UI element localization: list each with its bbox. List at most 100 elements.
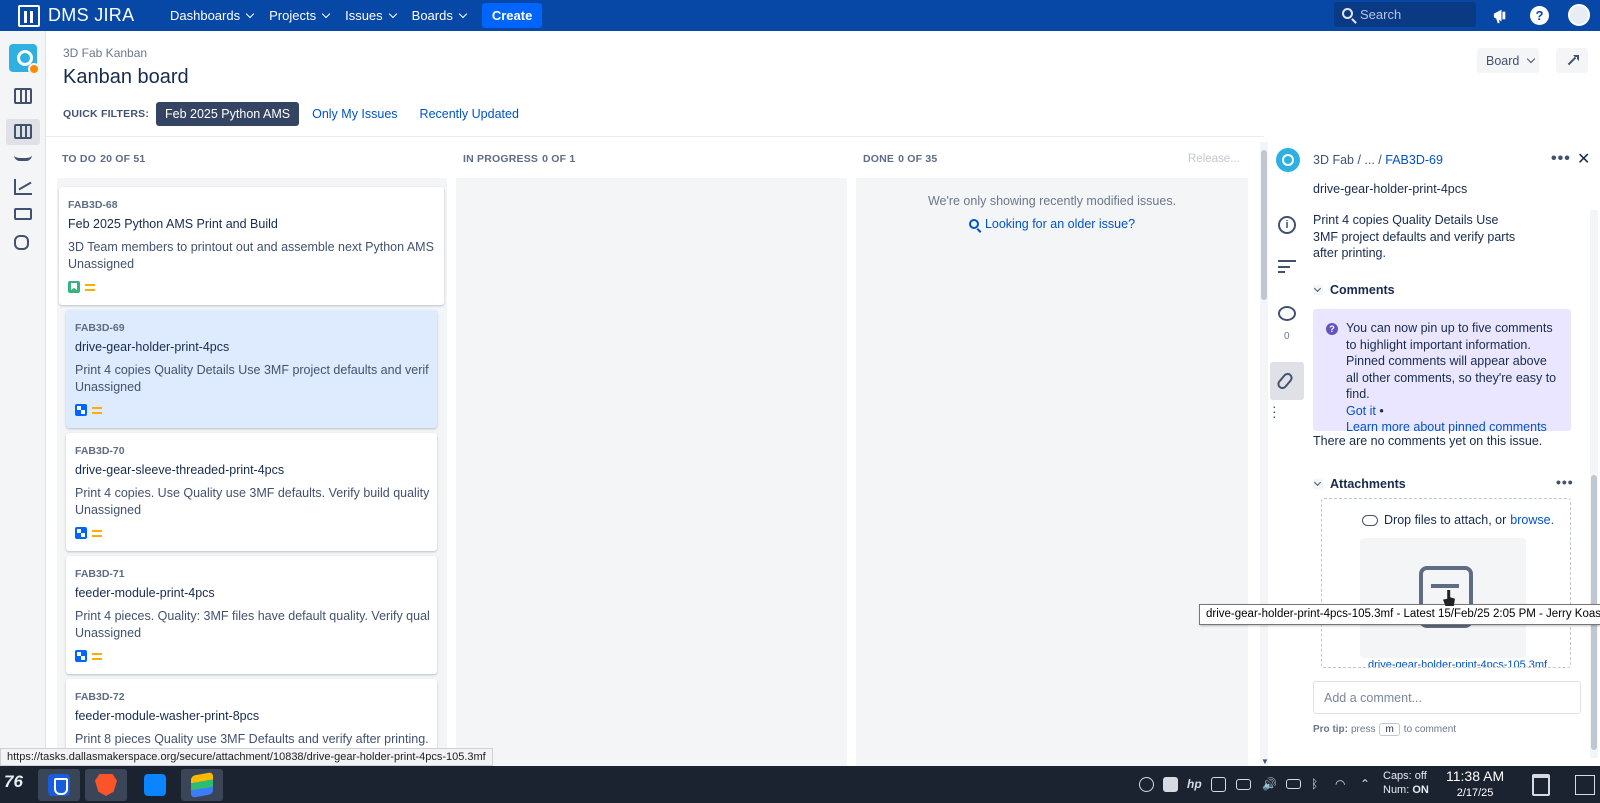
card-summary: feeder-module-washer-print-8pcs [75, 709, 260, 723]
wifi-icon[interactable]: ◠ [1335, 777, 1345, 793]
attachment-name[interactable]: drive-gear-holder-print-4pcs-105.3mf [1368, 659, 1547, 667]
keyboard-icon[interactable] [1236, 779, 1251, 790]
subtask-icon [75, 527, 87, 539]
tray-expand-icon[interactable]: ⌃ [1360, 777, 1370, 793]
quick-filters: QUICK FILTERS: Feb 2025 Python AMS Only … [63, 102, 541, 126]
issue-key-link[interactable]: FAB3D-69 [1385, 153, 1443, 167]
layers-app-icon [191, 772, 213, 798]
battery-icon[interactable] [1286, 779, 1301, 789]
filter-feb-2025-python-ams[interactable]: Feb 2025 Python AMS [156, 102, 300, 126]
browse-link[interactable]: browse. [1510, 513, 1554, 527]
learn-more-link[interactable]: Learn more about pinned comments [1346, 420, 1547, 434]
nav-dashboards-label: Dashboards [170, 8, 241, 23]
filter-recently-updated[interactable]: Recently Updated [420, 107, 519, 121]
issue-card[interactable]: FAB3D-68 Feb 2025 Python AMS Print and B… [59, 187, 444, 305]
status-bar-url: https://tasks.dallasmakerspace.org/secur… [0, 748, 493, 766]
breadcrumb[interactable]: 3D Fab Kanban [63, 46, 189, 60]
num-lock-state: ON [1412, 784, 1429, 796]
nav-projects[interactable]: Projects [269, 8, 331, 23]
board-scrollbar[interactable]: ▼ [1260, 142, 1269, 766]
bluetooth-icon[interactable]: ᛒ [1311, 777, 1318, 793]
bitwarden-tray-icon[interactable] [1163, 777, 1178, 792]
clipboard-icon[interactable] [1211, 777, 1226, 792]
close-icon[interactable]: ✕ [1577, 149, 1590, 169]
taskbar-layers-app[interactable] [181, 769, 223, 801]
nav-issues[interactable]: Issues [345, 8, 397, 23]
card-key: FAB3D-72 [75, 691, 125, 703]
releases-icon[interactable] [14, 153, 32, 161]
more-vertical-icon[interactable]: · · · [1272, 399, 1277, 423]
issue-breadcrumb: 3D Fab / ... / FAB3D-69 [1313, 153, 1443, 167]
detail-rail: i 0 · · · [1268, 142, 1306, 766]
nav-boards[interactable]: Boards [412, 8, 468, 23]
project-avatar[interactable] [9, 44, 40, 75]
volume-icon[interactable]: 🔊 [1262, 777, 1277, 793]
os-taskbar: 76 hp 🔊 ᛒ ◠ ⌃ Caps: off Num: ON 11:38 AM 2… [0, 766, 1600, 803]
comment-icon[interactable] [1278, 306, 1296, 321]
details-icon[interactable]: i [1278, 216, 1296, 234]
help-icon[interactable]: ? [1530, 6, 1549, 25]
kanban-board-nav[interactable] [6, 119, 40, 145]
more-actions-icon[interactable]: ••• [1551, 150, 1571, 168]
filter-only-my-issues[interactable]: Only My Issues [312, 107, 397, 121]
board-menu-button[interactable]: Board [1477, 48, 1539, 73]
issue-description[interactable]: Print 4 copies Quality Details Use 3MF p… [1313, 212, 1523, 262]
attachments-more-icon[interactable]: ••• [1556, 474, 1574, 490]
brand[interactable]: DMS JIRA [0, 4, 170, 27]
issue-title: drive-gear-holder-print-4pcs [1313, 182, 1468, 196]
card-key: FAB3D-68 [68, 199, 118, 211]
taskbar-brave[interactable] [85, 769, 127, 801]
reports-icon[interactable] [14, 179, 32, 195]
issue-card[interactable]: FAB3D-70 drive-gear-sleeve-threaded-prin… [66, 433, 437, 551]
issues-icon[interactable] [14, 208, 32, 220]
column-header-done: DONE 0 OF 35 [863, 153, 937, 165]
attachment-thumbnail[interactable] [1360, 538, 1526, 658]
attachments-section-toggle[interactable]: Attachments [1313, 477, 1406, 491]
megaphone-icon[interactable] [1492, 6, 1511, 25]
done-info-message: We're only showing recently modified iss… [927, 194, 1177, 208]
card-summary: drive-gear-sleeve-threaded-print-4pcs [75, 463, 285, 477]
keyboard-shortcut: m [1379, 723, 1400, 736]
search-input[interactable]: Search [1334, 2, 1476, 27]
issue-card[interactable]: FAB3D-71 feeder-module-print-4pcs Print … [66, 556, 437, 674]
attachments-heading: Attachments [1330, 477, 1406, 491]
comments-section-toggle[interactable]: Comments [1313, 283, 1395, 297]
detail-scrollbar[interactable] [1590, 210, 1598, 758]
taskbar-bitwarden[interactable] [38, 769, 80, 801]
trash-icon[interactable] [1532, 774, 1550, 796]
add-ons-icon[interactable] [14, 235, 29, 250]
attachment-dropzone[interactable]: Drop files to attach, or browse. drive-ge… [1321, 498, 1571, 668]
header-divider [46, 136, 1264, 137]
fullscreen-icon[interactable] [1556, 48, 1588, 73]
backlog-icon[interactable] [14, 88, 32, 104]
nav-projects-label: Projects [269, 8, 317, 23]
project-avatar-icon[interactable] [1276, 148, 1300, 172]
chevron-down-icon [1313, 479, 1323, 489]
nav-dashboards[interactable]: Dashboards [170, 8, 255, 23]
chevron-down-icon [388, 9, 397, 18]
jira-logo-icon [18, 4, 40, 27]
issue-card-selected[interactable]: FAB3D-69 drive-gear-holder-print-4pcs Pr… [66, 310, 437, 428]
taskbar-store[interactable] [134, 769, 176, 801]
card-key: FAB3D-71 [75, 568, 125, 580]
system-clock[interactable]: 11:38 AM 2/17/25 [1446, 769, 1504, 801]
hp-tray-icon[interactable]: hp [1187, 777, 1202, 793]
pro-tip: Pro tip: press m to comment [1313, 723, 1456, 736]
got-it-link[interactable]: Got it [1346, 404, 1376, 418]
column-name: DONE [863, 153, 895, 165]
breadcrumb-prefix[interactable]: 3D Fab / ... / [1313, 153, 1385, 167]
store-icon [144, 774, 166, 796]
description-icon[interactable] [1278, 260, 1296, 274]
user-avatar[interactable] [1568, 4, 1590, 26]
card-summary: Feb 2025 Python AMS Print and Build [68, 217, 278, 231]
scroll-thumb[interactable] [1261, 150, 1267, 300]
show-desktop-button[interactable] [1575, 775, 1595, 795]
chevron-down-icon [321, 9, 331, 18]
start-menu-button[interactable]: 76 [4, 772, 32, 798]
older-issue-link[interactable]: Looking for an older issue? [856, 217, 1248, 231]
add-comment-input[interactable]: Add a comment... [1313, 681, 1581, 714]
release-link[interactable]: Release... [1188, 153, 1240, 165]
brand-name: DMS JIRA [48, 5, 135, 25]
notification-bell-icon[interactable] [1139, 777, 1154, 792]
create-button[interactable]: Create [481, 3, 543, 28]
